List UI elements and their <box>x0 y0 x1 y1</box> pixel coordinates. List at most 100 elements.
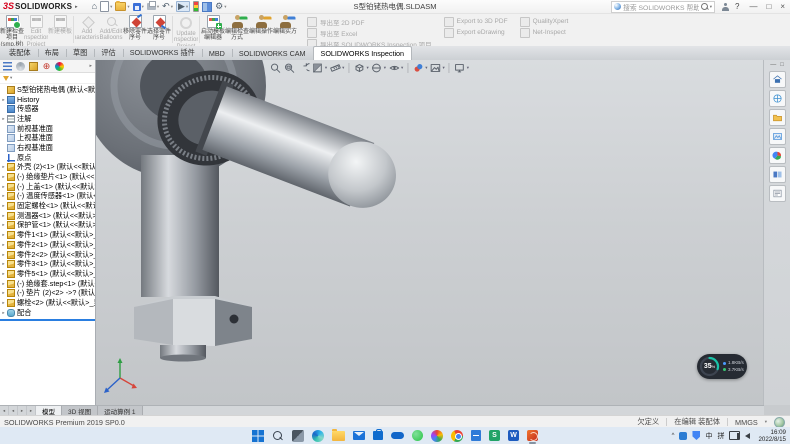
display-style-icon[interactable]: ▾ <box>371 62 386 74</box>
dropdown-caret-icon[interactable]: ▾ <box>325 65 327 71</box>
propertymanager-icon[interactable] <box>16 62 25 71</box>
tab-装配体[interactable]: 装配体 <box>2 46 38 60</box>
edge-icon[interactable] <box>312 430 324 442</box>
tree-item[interactable]: ▸零件5<1> (默认<<默认>_显示状态 <box>0 269 95 279</box>
mail-icon[interactable] <box>353 431 365 440</box>
expand-arrow-icon[interactable]: ▸ <box>0 97 7 103</box>
tree-item[interactable]: ▸History <box>0 95 95 105</box>
tree-item[interactable]: ▸(-) 温度传感器<1> (默认<<默认>_ <box>0 192 95 202</box>
options-columns-icon[interactable] <box>202 2 212 12</box>
expand-arrow-icon[interactable]: ▸ <box>0 174 7 180</box>
select-cursor-icon[interactable]: ▶▾ <box>176 1 190 12</box>
tray-app-icon[interactable] <box>679 432 687 440</box>
expand-arrow-icon[interactable]: ▸ <box>0 164 7 170</box>
tree-item[interactable]: ▸(-) 垫片 (2)<2> ->? (默认<<默认 <box>0 288 95 298</box>
appearances-icon[interactable] <box>769 147 786 164</box>
expand-arrow-icon[interactable]: ▸ <box>0 261 7 267</box>
chrome-icon[interactable] <box>451 430 463 442</box>
tree-item[interactable]: ▸零件3<1> (默认<<默认>_显示状态 <box>0 259 95 269</box>
units-selector[interactable]: MMGS <box>735 418 758 427</box>
expand-arrow-icon[interactable]: ▸ <box>0 290 7 296</box>
rebuild-icon[interactable] <box>193 1 199 12</box>
view-settings-icon[interactable]: ▾ <box>454 62 469 74</box>
tray-shield-icon[interactable] <box>692 431 700 440</box>
dropdown-caret-icon[interactable]: ▾ <box>186 4 188 10</box>
tree-item[interactable]: 前视基准面 <box>0 124 95 134</box>
expand-arrow-icon[interactable]: ▸ <box>0 300 7 306</box>
resources-home-icon[interactable] <box>769 71 786 88</box>
graphics-viewport[interactable]: ▾▾▾▾▾▾▾▾ <box>96 60 763 405</box>
tab-MBD[interactable]: MBD <box>202 46 232 60</box>
taskbar-clock[interactable]: 16:09 2022/8/15 <box>758 429 786 443</box>
dimxpertmanager-icon[interactable]: ⊕ <box>42 62 51 71</box>
ribbon-button-edit-supplier[interactable]: 编辑实方 <box>273 13 297 46</box>
previous-view-icon[interactable] <box>298 62 310 74</box>
tree-item[interactable]: ▸零件2<1> (默认<<默认>_显示状态 <box>0 240 95 250</box>
minimize-button[interactable]: — <box>749 2 757 11</box>
dropdown-caret-icon[interactable]: ▾ <box>443 65 445 71</box>
app-s-green-icon[interactable]: S <box>489 430 500 441</box>
tree-item[interactable]: 原点 <box>0 153 95 163</box>
expand-arrow-icon[interactable]: ▸ <box>0 242 7 248</box>
ribbon-button-edit-operations[interactable]: 编辑操作 <box>249 13 273 46</box>
ribbon-button-edit-methods[interactable]: 编辑检查方式 <box>225 13 249 46</box>
word-icon[interactable]: W <box>508 430 519 441</box>
tree-item[interactable]: ▸外壳 (2)<1> (默认<<默认>_显示状 <box>0 163 95 173</box>
displaymanager-icon[interactable] <box>55 62 64 71</box>
expand-arrow-icon[interactable]: ▸ <box>0 271 7 277</box>
zoom-to-area-icon[interactable] <box>284 62 296 74</box>
browser-colorwheel-icon[interactable] <box>431 430 443 442</box>
view-palette-icon[interactable] <box>769 128 786 145</box>
viewport-minimize-icon[interactable]: — <box>770 62 776 68</box>
apply-scene-icon[interactable]: ▾ <box>430 62 445 74</box>
ime-language-button[interactable]: 中 <box>705 431 712 441</box>
filter-caret-icon[interactable]: ▾ <box>10 75 12 81</box>
tab-SOLIDWORKS Inspection[interactable]: SOLIDWORKS Inspection <box>313 46 413 60</box>
search-input[interactable]: 搜索 SOLIDWORKS 帮助 <box>623 2 699 12</box>
app-green-circle-icon[interactable] <box>412 430 423 441</box>
expand-arrow-icon[interactable]: ▸ <box>0 213 7 219</box>
help-button[interactable]: ? <box>735 2 739 11</box>
tree-item[interactable]: ▸(-) 绝缘套.step<1> (默认<<默认 <box>0 279 95 289</box>
expand-arrow-icon[interactable]: ▸ <box>0 193 7 199</box>
dropdown-caret-icon[interactable]: ▾ <box>401 65 403 71</box>
expand-arrow-icon[interactable]: ▸ <box>0 222 7 228</box>
units-caret-icon[interactable]: ▾ <box>765 419 767 425</box>
custom-properties-icon[interactable] <box>769 185 786 202</box>
dropdown-caret-icon[interactable]: ▾ <box>384 65 386 71</box>
dropdown-caret-icon[interactable]: ▾ <box>342 65 344 71</box>
hide-show-items-icon[interactable]: ▾ <box>388 62 403 74</box>
search-button[interactable] <box>272 430 284 442</box>
performance-overlay[interactable]: 35% 1.8KB/s 3.7KB/s <box>697 354 747 379</box>
new-document-icon[interactable]: ▾ <box>100 1 112 12</box>
search-box[interactable]: 搜索 SOLIDWORKS 帮助 ▾ <box>611 1 715 13</box>
start-button[interactable] <box>252 430 264 442</box>
tree-item[interactable]: ▸(-) 绝缘垫片<1> (默认<<默认>_显 <box>0 172 95 182</box>
restore-button[interactable]: □ <box>766 2 771 11</box>
solidworks-taskbar-icon[interactable] <box>527 430 538 441</box>
tree-item[interactable]: ▸测温器<1> (默认<<默认>_显示状 <box>0 211 95 221</box>
tab-草图[interactable]: 草图 <box>66 46 94 60</box>
save-icon[interactable]: ▾ <box>133 3 144 11</box>
viewport-restore-icon[interactable]: □ <box>780 62 784 68</box>
tree-filter[interactable]: ▾ <box>0 73 95 84</box>
expand-arrow-icon[interactable]: ▸ <box>0 184 7 190</box>
dropdown-caret-icon[interactable]: ▾ <box>110 4 112 10</box>
probe[interactable] <box>195 81 407 223</box>
window-panes-icon[interactable] <box>769 166 786 183</box>
ime-mode-button[interactable]: 拼 <box>717 431 724 441</box>
configurationmanager-icon[interactable] <box>29 62 38 71</box>
close-button[interactable]: × <box>780 2 785 11</box>
dropdown-caret-icon[interactable]: ▾ <box>171 4 173 10</box>
view-orientation-icon[interactable]: ▾ <box>353 62 368 74</box>
file-explorer-icon[interactable] <box>332 431 345 441</box>
tree-item[interactable]: ▸零件1<1> (默认<<默认>_显示状态 <box>0 230 95 240</box>
section-view-icon[interactable]: ▾ <box>312 62 327 74</box>
menu-expand-arrow-icon[interactable]: ▸ <box>75 4 78 10</box>
ribbon-button-new-inspection-project[interactable]: 新建检查项目(smp.树) <box>0 13 24 46</box>
tree-splitter[interactable] <box>0 319 95 321</box>
file-explorer-icon[interactable] <box>769 109 786 126</box>
measure-icon[interactable]: ▾ <box>329 62 344 74</box>
tab-评估[interactable]: 评估 <box>94 46 122 60</box>
dropdown-caret-icon[interactable]: ▾ <box>127 4 129 10</box>
